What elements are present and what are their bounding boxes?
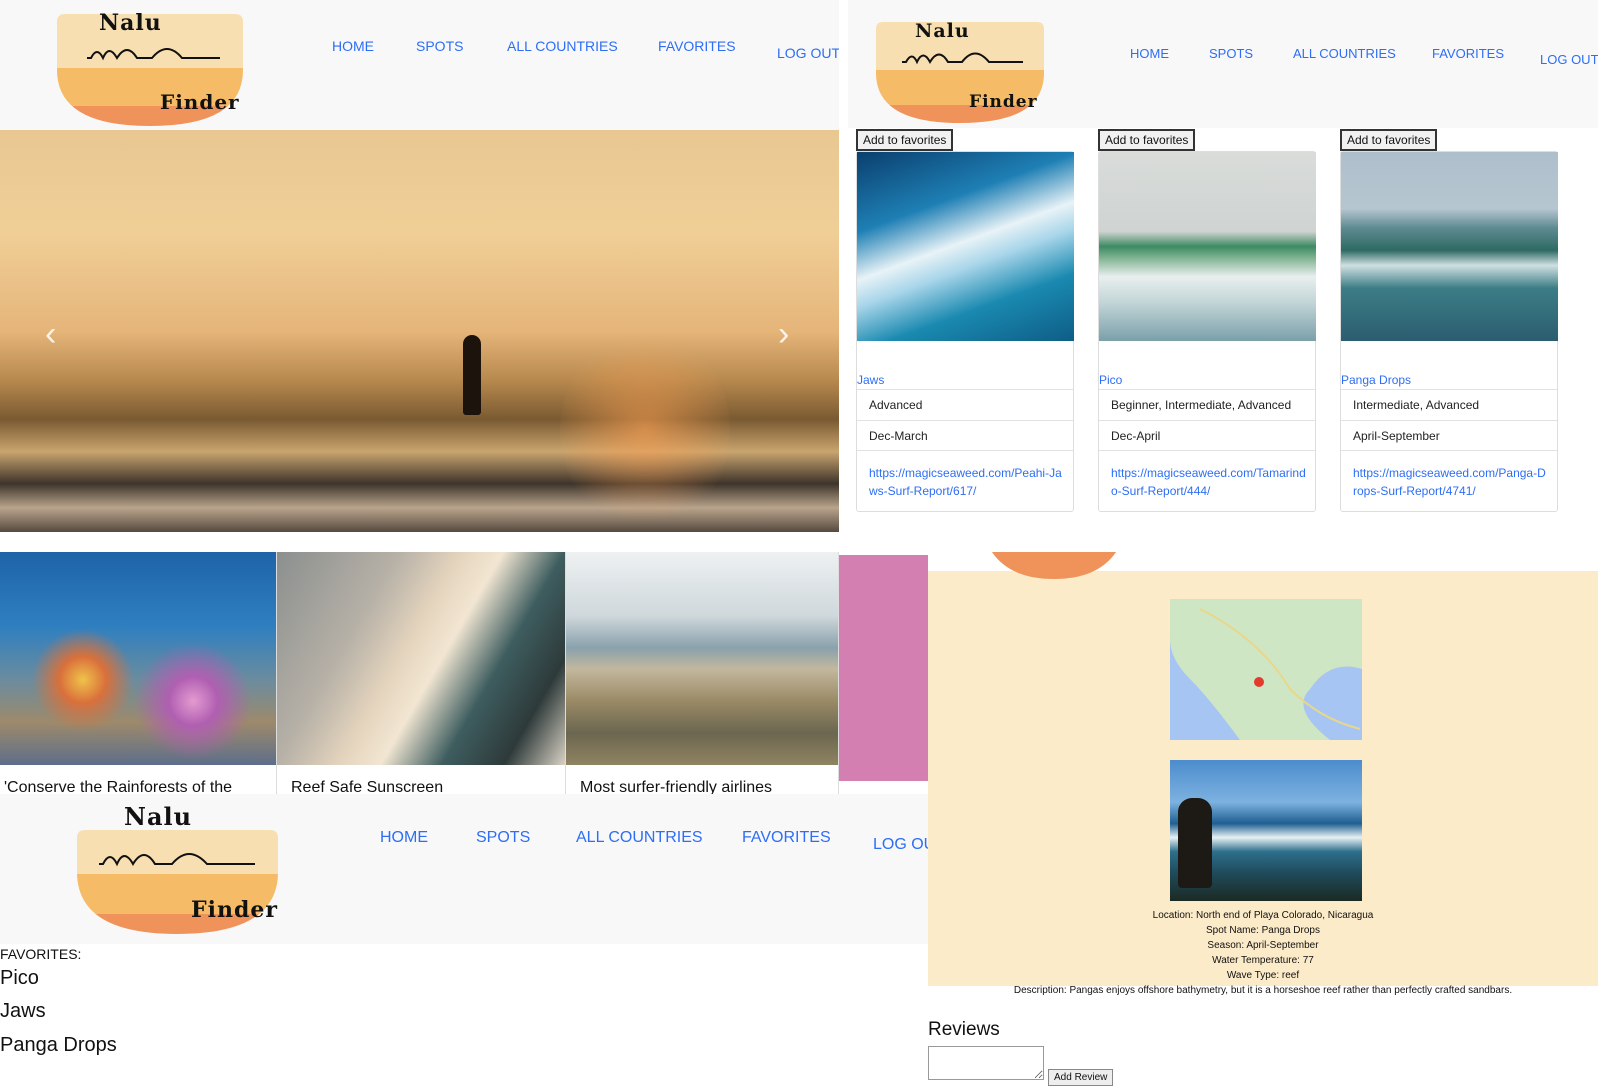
- surf-report-link[interactable]: https://magicseaweed.com/Peahi-Jaws-Surf…: [869, 464, 1065, 500]
- spot-photo: [1170, 760, 1362, 901]
- nav-logout[interactable]: LOG OUT: [1540, 52, 1598, 67]
- nav-home[interactable]: HOME: [1130, 46, 1169, 61]
- logo-text-nalu: Nalu: [915, 20, 970, 42]
- add-to-favorites-button[interactable]: Add to favorites: [856, 129, 954, 151]
- nav-all-countries[interactable]: ALL COUNTRIES: [1293, 46, 1396, 61]
- articles-screenshot: 'Conserve the Rainforests of the Reef Sa…: [0, 552, 928, 794]
- article-image: [277, 552, 565, 765]
- nav-logout[interactable]: LOG OUT: [777, 45, 839, 61]
- favorites-screenshot: Nalu Finder HOME SPOTS ALL COUNTRIES FAV…: [0, 794, 928, 1086]
- spot-season: April-September: [1341, 420, 1557, 451]
- favorite-item[interactable]: Pico: [0, 967, 39, 990]
- article-image: [0, 552, 276, 765]
- chevron-right-icon[interactable]: ›: [778, 315, 789, 354]
- navbar: Nalu Finder HOME SPOTS ALL COUNTRIES FAV…: [848, 0, 1598, 128]
- navbar: Nalu Finder HOME SPOTS ALL COUNTRIES FAV…: [0, 794, 928, 944]
- spot-image: [1341, 152, 1558, 341]
- article-title: 'Conserve the Rainforests of the: [4, 779, 233, 794]
- spot-card-pico: Pico Beginner, Intermediate, Advanced De…: [1098, 151, 1316, 512]
- nav-all-countries[interactable]: ALL COUNTRIES: [576, 829, 703, 847]
- detail-season: Season: April-September: [1207, 940, 1319, 951]
- hero-carousel[interactable]: ‹ ›: [0, 130, 839, 532]
- spot-title-link[interactable]: Pico: [1099, 373, 1122, 387]
- detail-description: Description: Pangas enjoys offshore bath…: [1013, 985, 1513, 996]
- detail-water-temperature: Water Temperature: 77: [1212, 955, 1314, 966]
- article-title: Reef Safe Sunscreen: [291, 779, 444, 794]
- nav-spots[interactable]: SPOTS: [416, 38, 463, 54]
- favorite-item[interactable]: Jaws: [0, 1000, 46, 1023]
- map-pin-icon: [1254, 677, 1264, 687]
- pink-background-strip: [839, 555, 928, 781]
- detail-spot-name: Spot Name: Panga Drops: [1206, 925, 1320, 936]
- article-card[interactable]: Most surfer-friendly airlines: [566, 552, 839, 794]
- spot-title-link[interactable]: Panga Drops: [1341, 373, 1411, 387]
- nav-spots[interactable]: SPOTS: [476, 829, 530, 847]
- spot-detail-screenshot: Location: North end of Playa Colorado, N…: [928, 552, 1598, 1086]
- spot-season: Dec-April: [1099, 420, 1315, 451]
- spot-card-panga-drops: Panga Drops Intermediate, Advanced April…: [1340, 151, 1558, 512]
- nav-favorites[interactable]: FAVORITES: [658, 38, 736, 54]
- article-image: [566, 552, 838, 765]
- logo[interactable]: Nalu Finder: [77, 802, 278, 934]
- nav-logout[interactable]: LOG OU: [873, 836, 928, 854]
- reviews-heading: Reviews: [928, 1019, 1000, 1040]
- logo[interactable]: Nalu Finder: [876, 18, 1044, 123]
- article-card[interactable]: 'Conserve the Rainforests of the: [0, 552, 277, 794]
- logo-text-finder: Finder: [191, 897, 278, 923]
- spot-level: Beginner, Intermediate, Advanced: [1099, 389, 1315, 420]
- spot-card-jaws: Jaws Advanced Dec-March https://magicsea…: [856, 151, 1074, 512]
- spot-season: Dec-March: [857, 420, 1073, 451]
- detail-wave-type: Wave Type: reef: [1226, 970, 1300, 981]
- article-card[interactable]: Reef Safe Sunscreen: [277, 552, 928, 794]
- navbar: Nalu Finder HOME SPOTS ALL COUNTRIES FAV…: [0, 0, 839, 130]
- add-to-favorites-button[interactable]: Add to favorites: [1340, 129, 1438, 151]
- surfer-silhouette: [463, 335, 481, 415]
- surf-report-link[interactable]: https://magicseaweed.com/Panga-Drops-Sur…: [1353, 464, 1549, 500]
- person-silhouette: [1178, 798, 1212, 888]
- chevron-left-icon[interactable]: ‹: [45, 315, 56, 354]
- nav-home[interactable]: HOME: [332, 38, 374, 54]
- logo-fragment-icon: [992, 552, 1116, 579]
- nav-favorites[interactable]: FAVORITES: [742, 829, 831, 847]
- spot-level: Intermediate, Advanced: [1341, 389, 1557, 420]
- nav-favorites[interactable]: FAVORITES: [1432, 46, 1504, 61]
- spot-title-link[interactable]: Jaws: [857, 373, 884, 387]
- spots-screenshot: Nalu Finder HOME SPOTS ALL COUNTRIES FAV…: [848, 0, 1598, 552]
- add-review-button[interactable]: Add Review: [1048, 1069, 1114, 1086]
- logo-text-nalu: Nalu: [99, 10, 162, 36]
- surf-report-link[interactable]: https://magicseaweed.com/Tamarindo-Surf-…: [1111, 464, 1307, 500]
- review-input[interactable]: [928, 1046, 1044, 1080]
- logo[interactable]: Nalu Finder: [57, 10, 243, 126]
- logo-text-finder: Finder: [969, 92, 1038, 112]
- map-landmass-icon: [1170, 599, 1362, 740]
- detail-section: Location: North end of Playa Colorado, N…: [928, 552, 1598, 996]
- article-title: Most surfer-friendly airlines: [580, 779, 773, 794]
- spot-level: Advanced: [857, 389, 1073, 420]
- favorite-item[interactable]: Panga Drops: [0, 1034, 117, 1057]
- favorites-heading: FAVORITES:: [0, 946, 82, 962]
- spot-image: [857, 152, 1074, 341]
- detail-location: Location: North end of Playa Colorado, N…: [1152, 910, 1374, 921]
- nav-home[interactable]: HOME: [380, 829, 428, 847]
- location-map[interactable]: [1170, 599, 1362, 740]
- sun-flare: [560, 330, 730, 530]
- logo-text-finder: Finder: [160, 90, 240, 114]
- spot-image: [1099, 152, 1316, 341]
- home-screenshot: Nalu Finder HOME SPOTS ALL COUNTRIES FAV…: [0, 0, 839, 534]
- nav-spots[interactable]: SPOTS: [1209, 46, 1253, 61]
- nav-all-countries[interactable]: ALL COUNTRIES: [507, 38, 618, 54]
- add-to-favorites-button[interactable]: Add to favorites: [1098, 129, 1196, 151]
- logo-text-nalu: Nalu: [124, 802, 193, 831]
